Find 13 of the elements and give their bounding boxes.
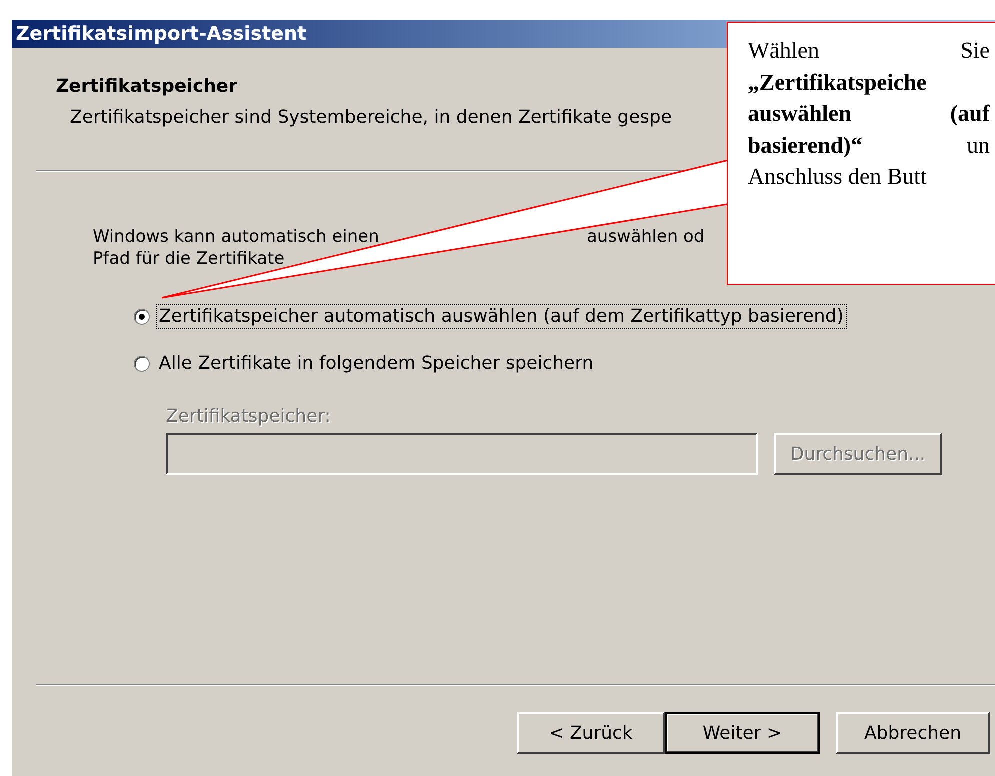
wizard-button[interactable]: Weiter >	[665, 712, 820, 754]
wizard-button[interactable]: < Zurück	[517, 712, 665, 754]
page-description: Zertifikatspeicher sind Systembereiche, in denen Zertifikate gespe	[70, 107, 672, 128]
page-heading: Zertifikatspeicher	[56, 76, 238, 97]
wizard-button[interactable]: Abbrechen	[836, 712, 990, 754]
intro-text: auswählen od	[587, 227, 705, 249]
radio-button[interactable]	[134, 356, 150, 372]
intro-text: Windows kann automatisch einen	[93, 227, 380, 249]
option-label[interactable]: Zertifikatspeicher automatisch auswählen (auf dem Zertifikattyp basierend)	[156, 304, 847, 329]
radio-button[interactable]	[134, 308, 150, 324]
store-label: Zertifikatspeicher:	[166, 406, 331, 427]
intro-text: Pfad für die Zertifikate	[93, 249, 286, 271]
option-label[interactable]: Alle Zertifikate in folgendem Speicher speichern	[156, 351, 597, 376]
